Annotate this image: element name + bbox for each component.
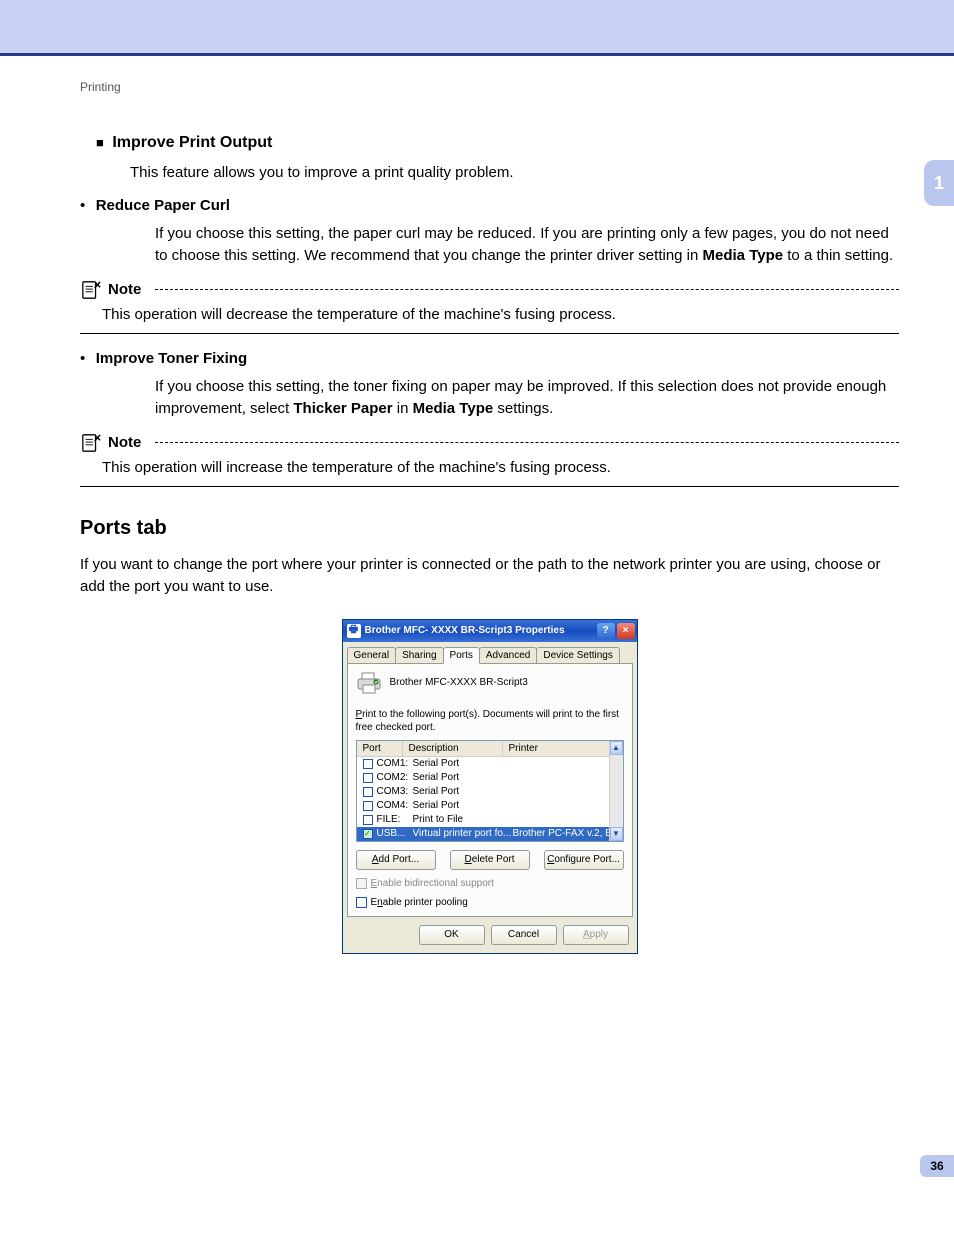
port-row[interactable]: ✓ USB...Virtual printer port fo...Brother… — [357, 827, 609, 841]
description-cell: Serial Port — [413, 758, 513, 769]
note-block-1: Note This operation will decrease the te… — [80, 280, 899, 334]
note-block-2: Note This operation will increase the te… — [80, 433, 899, 487]
note-icon — [80, 280, 102, 300]
port-list: Port Description Printer COM1:Serial Por… — [356, 740, 624, 842]
printer-pooling-checkbox[interactable]: Enable printer pooling — [356, 897, 624, 908]
toner-body-mid: in — [393, 400, 413, 417]
port-rows: COM1:Serial PortCOM2:Serial PortCOM3:Ser… — [357, 757, 623, 841]
checkbox-icon[interactable] — [363, 787, 373, 797]
checkbox-icon[interactable] — [363, 815, 373, 825]
reduce-curl-title: Reduce Paper Curl — [96, 197, 230, 214]
description-cell: Serial Port — [413, 772, 513, 783]
improve-intro: This feature allows you to improve a pri… — [130, 162, 899, 185]
description-cell: Serial Port — [413, 786, 513, 797]
add-port-button[interactable]: Add Port... — [356, 850, 436, 870]
checkbox-icon[interactable] — [363, 801, 373, 811]
toner-title: Improve Toner Fixing — [96, 350, 247, 367]
port-cell: COM1: — [377, 758, 413, 769]
scroll-down-icon[interactable]: ▼ — [610, 827, 623, 841]
header-port[interactable]: Port — [357, 741, 403, 756]
port-row[interactable]: COM1:Serial Port — [357, 757, 609, 771]
reduce-curl-body-post: to a thin setting. — [783, 247, 893, 264]
scroll-up-icon[interactable]: ▲ — [610, 741, 623, 755]
note-separator — [80, 333, 899, 334]
scrollbar[interactable]: ▲ ▼ — [609, 741, 623, 841]
ports-intro: If you want to change the port where you… — [80, 554, 899, 599]
printer-name-label: Brother MFC-XXXX BR-Script3 — [390, 677, 528, 688]
description-cell: Print to File — [413, 814, 513, 825]
dialog-titlebar[interactable]: 🖶 Brother MFC- XXXX BR-Script3 Propertie… — [343, 620, 637, 642]
header-bar — [0, 0, 954, 56]
port-cell: COM3: — [377, 786, 413, 797]
reduce-curl-heading: • Reduce Paper Curl — [80, 197, 899, 215]
port-row[interactable]: FILE:Print to File — [357, 813, 609, 827]
note-separator — [80, 486, 899, 487]
checkbox-icon[interactable]: ✓ — [363, 829, 373, 839]
tab-ports[interactable]: Ports — [443, 647, 480, 664]
printer-app-icon: 🖶 — [347, 624, 361, 638]
apply-button[interactable]: Apply — [563, 925, 629, 945]
page-number-tab: 36 — [920, 1155, 954, 1177]
note-label-2: Note — [108, 434, 141, 451]
toner-body-post: settings. — [493, 400, 553, 417]
page-content: Printing ■ Improve Print Output This fea… — [80, 80, 899, 954]
tab-advanced[interactable]: Advanced — [479, 647, 537, 664]
port-row[interactable]: COM2:Serial Port — [357, 771, 609, 785]
checkbox-icon[interactable] — [363, 759, 373, 769]
square-bullet-icon: ■ — [96, 135, 104, 150]
port-cell: USB... — [377, 828, 413, 839]
help-button[interactable]: ? — [597, 623, 615, 639]
header-description[interactable]: Description — [403, 741, 503, 756]
description-cell: Serial Port — [413, 800, 513, 811]
dialog-footer: OK Cancel Apply — [343, 917, 637, 953]
section-improve-title-text: Improve Print Output — [112, 134, 272, 151]
checkbox-icon[interactable] — [363, 773, 373, 783]
breadcrumb: Printing — [80, 80, 899, 94]
header-printer[interactable]: Printer — [503, 741, 623, 756]
port-instruction: Print to the following port(s). Document… — [356, 708, 624, 734]
toner-body: If you choose this setting, the toner fi… — [155, 376, 899, 421]
ports-tab-heading: Ports tab — [80, 517, 899, 540]
configure-port-button[interactable]: Configure Port... — [544, 850, 624, 870]
port-cell: FILE: — [377, 814, 413, 825]
note-body-1: This operation will decrease the tempera… — [102, 306, 899, 323]
dialog-tabs: General Sharing Ports Advanced Device Se… — [343, 642, 637, 663]
checkbox-icon[interactable] — [356, 897, 367, 908]
tab-device-settings[interactable]: Device Settings — [536, 647, 619, 664]
note-dashed-line — [155, 289, 899, 290]
ok-button[interactable]: OK — [419, 925, 485, 945]
cancel-button[interactable]: Cancel — [491, 925, 557, 945]
chapter-tab: 1 — [924, 160, 954, 206]
toner-heading: • Improve Toner Fixing — [80, 350, 899, 368]
tab-sharing[interactable]: Sharing — [395, 647, 443, 664]
printer-cell: Brother PC-FAX v.2, Brother ... — [513, 828, 609, 839]
dot-bullet-icon: • — [80, 350, 85, 367]
bidirectional-checkbox: Enable bidirectional support — [356, 878, 624, 889]
dialog-body: Brother MFC-XXXX BR-Script3 Print to the… — [347, 663, 633, 917]
note-label-1: Note — [108, 281, 141, 298]
note-icon — [80, 433, 102, 453]
toner-body-bold2: Media Type — [413, 400, 494, 417]
port-cell: COM4: — [377, 800, 413, 811]
tab-general[interactable]: General — [347, 647, 397, 664]
description-cell: Virtual printer port fo... — [413, 828, 513, 839]
checkbox-icon — [356, 878, 367, 889]
port-cell: COM2: — [377, 772, 413, 783]
section-improve-title: ■ Improve Print Output — [96, 134, 899, 152]
close-button[interactable]: × — [617, 623, 635, 639]
properties-dialog: 🖶 Brother MFC- XXXX BR-Script3 Propertie… — [342, 619, 638, 954]
port-row[interactable]: COM4:Serial Port — [357, 799, 609, 813]
printer-icon — [356, 672, 382, 694]
delete-port-button[interactable]: Delete Port — [450, 850, 530, 870]
dot-bullet-icon: • — [80, 197, 85, 214]
port-row[interactable]: COM3:Serial Port — [357, 785, 609, 799]
dialog-title-text: Brother MFC- XXXX BR-Script3 Properties — [365, 625, 597, 636]
port-list-header[interactable]: Port Description Printer — [357, 741, 623, 757]
reduce-curl-body-bold: Media Type — [703, 247, 784, 264]
note-body-2: This operation will increase the tempera… — [102, 459, 899, 476]
note-dashed-line — [155, 442, 899, 443]
toner-body-bold1: Thicker Paper — [293, 400, 392, 417]
reduce-curl-body: If you choose this setting, the paper cu… — [155, 223, 899, 268]
